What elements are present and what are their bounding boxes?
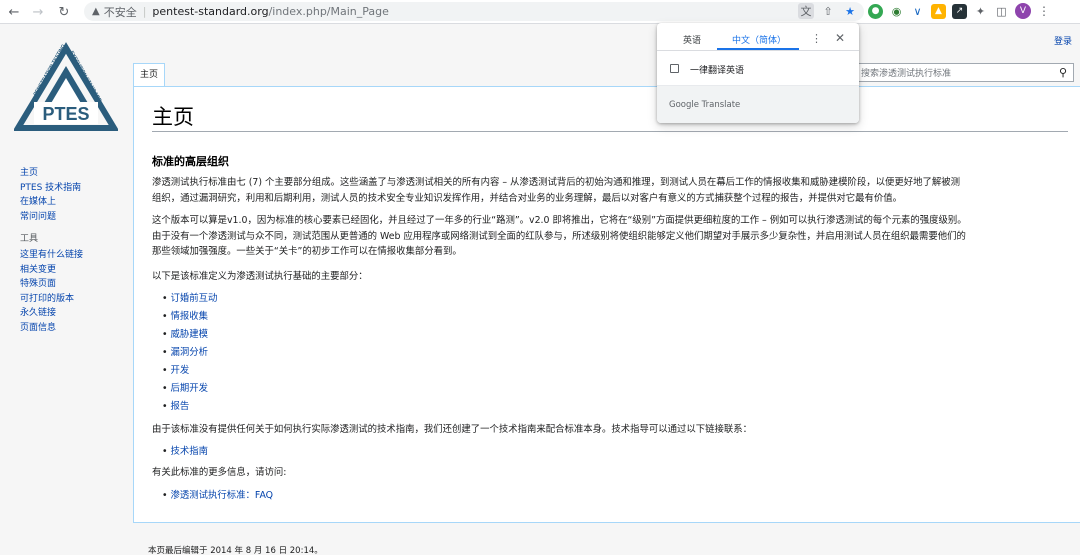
sidebar-item-what-links-here[interactable]: 这里有什么链接	[20, 248, 83, 263]
google-translate-brand: Google Translate	[669, 100, 741, 110]
url-host: pentest-standard.org	[152, 5, 269, 18]
search-icon[interactable]: ⚲	[1059, 66, 1067, 79]
extensions-puzzle-icon[interactable]: ✦	[973, 3, 988, 19]
search-input[interactable]: 搜索渗透测试执行标准 ⚲	[856, 63, 1074, 82]
browser-menu-icon[interactable]: ⋮	[1037, 4, 1051, 18]
translate-icon[interactable]: 文	[798, 3, 814, 19]
tab-source-language[interactable]: 英语	[683, 33, 701, 46]
sidepanel-icon[interactable]: ◫	[994, 3, 1009, 19]
title-divider	[152, 131, 1068, 132]
forward-icon[interactable]: →	[28, 2, 48, 22]
sections-list: • 订婚前互动 • 情报收集 • 威胁建模 • 漏洞分析 • 开发 • 后期开发 • 报告	[162, 290, 217, 416]
sidebar-item-main[interactable]: 主页	[20, 166, 83, 181]
profile-avatar[interactable]: V	[1015, 3, 1031, 19]
url-path: /index.php/Main_Page	[268, 5, 389, 18]
translate-popup: 英语 中文（简体） ⋮ ✕ 一律翻译英语 Google Translate	[657, 23, 859, 123]
extension-dark-icon[interactable]: ↗	[952, 3, 967, 19]
always-translate-label: 一律翻译英语	[690, 66, 745, 76]
security-status: 不安全	[103, 5, 137, 19]
translate-options-icon[interactable]: ⋮	[811, 32, 822, 45]
always-translate-checkbox[interactable]	[670, 64, 679, 73]
list-item[interactable]: • 订婚前互动	[162, 290, 217, 308]
version-line: 这个版本可以算是v1.0，因为标准的核心要素已经固化，并且经过了一年多的行业“路…	[152, 215, 967, 226]
sidebar-item-page-info[interactable]: 页面信息	[20, 321, 83, 336]
reload-icon[interactable]: ↻	[54, 2, 74, 22]
login-link[interactable]: 登录	[1054, 34, 1072, 47]
tabs-divider	[657, 50, 859, 51]
sidebar-item-special-pages[interactable]: 特殊页面	[20, 277, 83, 292]
sections-intro: 以下是该标准定义为渗透测试执行基础的主要部分：	[152, 271, 368, 282]
tech-guide-link[interactable]: • 技术指南	[162, 443, 208, 461]
page-title: 主页	[152, 105, 194, 129]
main-content: 主页 标准的高层组织 渗透测试执行标准由七 (7) 个主要部分组成。这些涵盖了与…	[133, 86, 1080, 523]
extension-v-icon[interactable]: ∨	[910, 3, 925, 19]
ptes-logo[interactable]: PTES PENETRATION TESTING EXECUTION STAND…	[14, 40, 118, 136]
intro-line: 渗透测试执行标准由七 (7) 个主要部分组成。这些涵盖了与渗透测试相关的所有内容…	[152, 177, 961, 188]
tab-target-language[interactable]: 中文（简体）	[732, 33, 786, 46]
search-placeholder: 搜索渗透测试执行标准	[861, 69, 952, 79]
sidebar-item-printable[interactable]: 可打印的版本	[20, 292, 83, 307]
address-bar[interactable]: ▲ 不安全 | pentest-standard.org/index.php/M…	[84, 2, 864, 21]
intro-paragraph: 渗透测试执行标准由七 (7) 个主要部分组成。这些涵盖了与渗透测试相关的所有内容…	[152, 175, 1072, 206]
extension-globe-icon[interactable]: ◉	[889, 3, 904, 19]
sidebar-tools-heading: 工具	[20, 234, 39, 245]
browser-toolbar: ← → ↻ ▲ 不安全 | pentest-standard.org/index…	[0, 0, 1080, 24]
close-icon[interactable]: ✕	[835, 31, 845, 45]
version-line: 由于没有一个渗透测试与众不同，测试范围从更普通的 Web 应用程序或网络测试到全…	[152, 230, 966, 242]
warning-icon: ▲	[92, 6, 100, 17]
bookmark-star-icon[interactable]: ★	[842, 3, 858, 19]
sidebar: 主页 PTES 技术指南 在媒体上 常问问题 工具 这里有什么链接 相关变更 特…	[20, 166, 83, 336]
intro-line: 组织，通过漏洞研究，利用和后期利用，测试人员的技术安全专业知识发挥作用，并结合对…	[152, 192, 903, 204]
sidebar-item-related-changes[interactable]: 相关变更	[20, 263, 83, 278]
list-item[interactable]: • 威胁建模	[162, 326, 217, 344]
share-icon[interactable]: ⇧	[820, 3, 836, 19]
list-item[interactable]: • 漏洞分析	[162, 344, 217, 362]
logo-text: PTES	[42, 104, 89, 124]
list-item[interactable]: • 后期开发	[162, 380, 217, 398]
sidebar-item-media[interactable]: 在媒体上	[20, 195, 83, 210]
list-item[interactable]: • 开发	[162, 362, 217, 380]
back-icon[interactable]: ←	[4, 2, 24, 22]
sidebar-item-faq[interactable]: 常问问题	[20, 210, 83, 225]
sidebar-item-tech-guide[interactable]: PTES 技术指南	[20, 181, 83, 196]
last-edited-footer: 本页最后编辑于 2014 年 8 月 16 日 20:14。	[148, 546, 323, 555]
translate-tabs: 英语 中文（简体）	[657, 23, 859, 51]
translate-footer: Google Translate	[657, 85, 859, 123]
list-item[interactable]: • 报告	[162, 398, 217, 416]
extension-shield-icon[interactable]: ▲	[931, 3, 946, 19]
list-item[interactable]: • 情报收集	[162, 308, 217, 326]
tab-main-page[interactable]: 主页	[133, 63, 166, 86]
faq-list: • 渗透测试执行标准：FAQ	[162, 487, 273, 505]
sidebar-item-permalink[interactable]: 永久链接	[20, 306, 83, 321]
faq-link[interactable]: • 渗透测试执行标准：FAQ	[162, 487, 273, 505]
extension-green-icon[interactable]: ●	[868, 3, 883, 19]
version-line: 那些领域加强强度。一些关于“关卡”的初步工作可以在情报收集部分看到。	[152, 246, 462, 257]
tech-guide-paragraph: 由于该标准没有提供任何关于如何执行实际渗透测试的技术指南，我们还创建了一个技术指…	[152, 424, 753, 435]
version-paragraph: 这个版本可以算是v1.0，因为标准的核心要素已经固化，并且经过了一年多的行业“路…	[152, 213, 1072, 260]
divider: |	[142, 5, 147, 18]
tech-guide-list: • 技术指南	[162, 443, 208, 461]
more-info-paragraph: 有关此标准的更多信息，请访问:	[152, 467, 287, 478]
section-heading: 标准的高层组织	[152, 155, 229, 168]
